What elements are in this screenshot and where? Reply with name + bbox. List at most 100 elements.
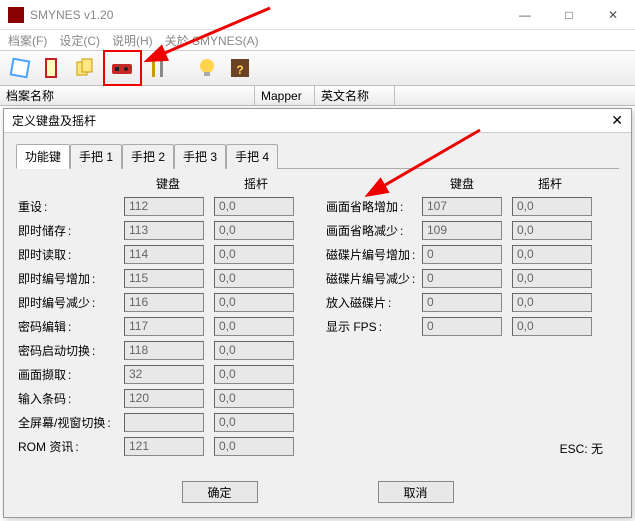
keymap-row: 全屏幕/视窗切换0,0 bbox=[18, 410, 326, 434]
joystick-input[interactable]: 0,0 bbox=[214, 389, 294, 408]
col-engname[interactable]: 英文名称 bbox=[315, 86, 395, 105]
app-icon bbox=[8, 7, 24, 23]
keymap-row: 画面省略增加107 0,0 bbox=[326, 194, 616, 218]
toolbar-tools-icon[interactable] bbox=[142, 53, 174, 83]
keymap-row: 密码启动切换1180,0 bbox=[18, 338, 326, 362]
keyboard-input[interactable]: 32 bbox=[124, 365, 204, 384]
hdr-keyboard-right: 键盘 bbox=[418, 175, 506, 192]
keyboard-input[interactable]: 121 bbox=[124, 437, 204, 456]
hdr-joystick-right: 摇杆 bbox=[506, 175, 594, 192]
toolbar: ? bbox=[0, 50, 635, 86]
toolbar-exit-icon[interactable] bbox=[37, 53, 69, 83]
highlight-box bbox=[103, 50, 142, 86]
keymap-label: 画面撷取 bbox=[18, 366, 124, 383]
keyboard-input[interactable]: 120 bbox=[124, 389, 204, 408]
keyboard-input[interactable]: 113 bbox=[124, 221, 204, 240]
ok-button[interactable]: 确定 bbox=[182, 481, 258, 503]
toolbar-bulb-icon[interactable] bbox=[191, 53, 223, 83]
keyboard-input[interactable]: 0 bbox=[422, 317, 502, 336]
keyboard-input[interactable]: 0 bbox=[422, 293, 502, 312]
col-filename[interactable]: 档案名称 bbox=[0, 86, 255, 105]
keymap-label: 即时储存 bbox=[18, 222, 124, 239]
dialog-tabs: 功能键 手把 1 手把 2 手把 3 手把 4 bbox=[4, 133, 631, 168]
joystick-input[interactable]: 0,0 bbox=[214, 197, 294, 216]
toolbar-rom-icon[interactable] bbox=[4, 53, 36, 83]
svg-text:?: ? bbox=[236, 63, 243, 77]
titlebar: SMYNES v1.20 — □ ✕ bbox=[0, 0, 635, 30]
keymap-row: 磁碟片编号增加0 0,0 bbox=[326, 242, 616, 266]
keymap-row: 画面省略减少109 0,0 bbox=[326, 218, 616, 242]
menu-file[interactable]: 档案(F) bbox=[8, 32, 47, 48]
joystick-input[interactable]: 0,0 bbox=[214, 341, 294, 360]
keyboard-input[interactable]: 114 bbox=[124, 245, 204, 264]
keymap-label: 即时编号减少 bbox=[18, 294, 124, 311]
keymap-label: 放入磁碟片 bbox=[326, 294, 422, 311]
toolbar-help-icon[interactable]: ? bbox=[224, 53, 256, 83]
col-mapper[interactable]: Mapper bbox=[255, 86, 315, 105]
joystick-input[interactable]: 0,0 bbox=[512, 317, 592, 336]
cancel-button[interactable]: 取消 bbox=[378, 481, 454, 503]
joystick-input[interactable]: 0,0 bbox=[512, 269, 592, 288]
keyboard-input[interactable]: 117 bbox=[124, 317, 204, 336]
hdr-joystick-left: 摇杆 bbox=[212, 175, 300, 192]
menu-about[interactable]: 关於 SMYNES(A) bbox=[165, 32, 259, 48]
minimize-button[interactable]: — bbox=[503, 0, 547, 30]
keyboard-input[interactable]: 109 bbox=[422, 221, 502, 240]
joystick-input[interactable]: 0,0 bbox=[512, 221, 592, 240]
tab-function-keys[interactable]: 功能键 bbox=[16, 144, 70, 169]
esc-label: ESC: 无 bbox=[560, 440, 603, 457]
joystick-input[interactable]: 0,0 bbox=[214, 293, 294, 312]
keymap-row: 即时编号增加1150,0 bbox=[18, 266, 326, 290]
tab-pad3[interactable]: 手把 3 bbox=[174, 144, 226, 169]
window-title: SMYNES v1.20 bbox=[30, 8, 503, 22]
keymap-label: 画面省略增加 bbox=[326, 198, 422, 215]
keyboard-input[interactable]: 115 bbox=[124, 269, 204, 288]
menubar: 档案(F) 设定(C) 说明(H) 关於 SMYNES(A) bbox=[0, 30, 635, 50]
keyboard-input[interactable]: 107 bbox=[422, 197, 502, 216]
menu-help[interactable]: 说明(H) bbox=[112, 32, 153, 48]
joystick-input[interactable]: 0,0 bbox=[214, 245, 294, 264]
joystick-input[interactable]: 0,0 bbox=[214, 413, 294, 432]
joystick-input[interactable]: 0,0 bbox=[214, 365, 294, 384]
tab-pad4[interactable]: 手把 4 bbox=[226, 144, 278, 169]
joystick-input[interactable]: 0,0 bbox=[214, 437, 294, 456]
joystick-input[interactable]: 0,0 bbox=[512, 197, 592, 216]
tab-pad1[interactable]: 手把 1 bbox=[70, 144, 122, 169]
toolbar-controller-icon[interactable] bbox=[106, 53, 138, 83]
maximize-button[interactable]: □ bbox=[547, 0, 591, 30]
keymap-label: 磁碟片编号增加 bbox=[326, 246, 422, 263]
hdr-keyboard-left: 键盘 bbox=[124, 175, 212, 192]
keyboard-input[interactable]: 112 bbox=[124, 197, 204, 216]
keyboard-input[interactable] bbox=[124, 413, 204, 432]
column-headers: 档案名称 Mapper 英文名称 bbox=[0, 86, 635, 106]
dialog-titlebar: 定义键盘及摇杆 ✕ bbox=[4, 109, 631, 133]
keyboard-input[interactable]: 0 bbox=[422, 269, 502, 288]
menu-settings[interactable]: 设定(C) bbox=[59, 32, 100, 48]
keymap-row: ROM 资讯121 0,0 bbox=[18, 434, 326, 458]
close-button[interactable]: ✕ bbox=[591, 0, 635, 30]
joystick-input[interactable]: 0,0 bbox=[214, 317, 294, 336]
keymap-row: 即时读取114 0,0 bbox=[18, 242, 326, 266]
keyboard-input[interactable]: 0 bbox=[422, 245, 502, 264]
keymap-label: ROM 资讯 bbox=[18, 438, 124, 455]
toolbar-copy-icon[interactable] bbox=[70, 53, 102, 83]
joystick-input[interactable]: 0,0 bbox=[214, 221, 294, 240]
tab-pad2[interactable]: 手把 2 bbox=[122, 144, 174, 169]
keymap-label: 画面省略减少 bbox=[326, 222, 422, 239]
keymap-row: 画面撷取32 0,0 bbox=[18, 362, 326, 386]
keymap-row: 即时编号减少116 0,0 bbox=[18, 290, 326, 314]
keyboard-input[interactable]: 116 bbox=[124, 293, 204, 312]
joystick-input[interactable]: 0,0 bbox=[214, 269, 294, 288]
joystick-input[interactable]: 0,0 bbox=[512, 293, 592, 312]
keymap-label: 重设 bbox=[18, 198, 124, 215]
dialog-close-icon[interactable]: ✕ bbox=[611, 112, 623, 129]
keymap-label: 即时读取 bbox=[18, 246, 124, 263]
keymap-label: 输入条码 bbox=[18, 390, 124, 407]
keymap-row: 即时储存113 0,0 bbox=[18, 218, 326, 242]
keymap-row: 磁碟片编号减少0 0,0 bbox=[326, 266, 616, 290]
keymap-row: 放入磁碟片0 0,0 bbox=[326, 290, 616, 314]
joystick-input[interactable]: 0,0 bbox=[512, 245, 592, 264]
keyboard-input[interactable]: 118 bbox=[124, 341, 204, 360]
keymap-dialog: 定义键盘及摇杆 ✕ 功能键 手把 1 手把 2 手把 3 手把 4 键盘 摇杆 … bbox=[3, 108, 632, 518]
keymap-label: 磁碟片编号减少 bbox=[326, 270, 422, 287]
